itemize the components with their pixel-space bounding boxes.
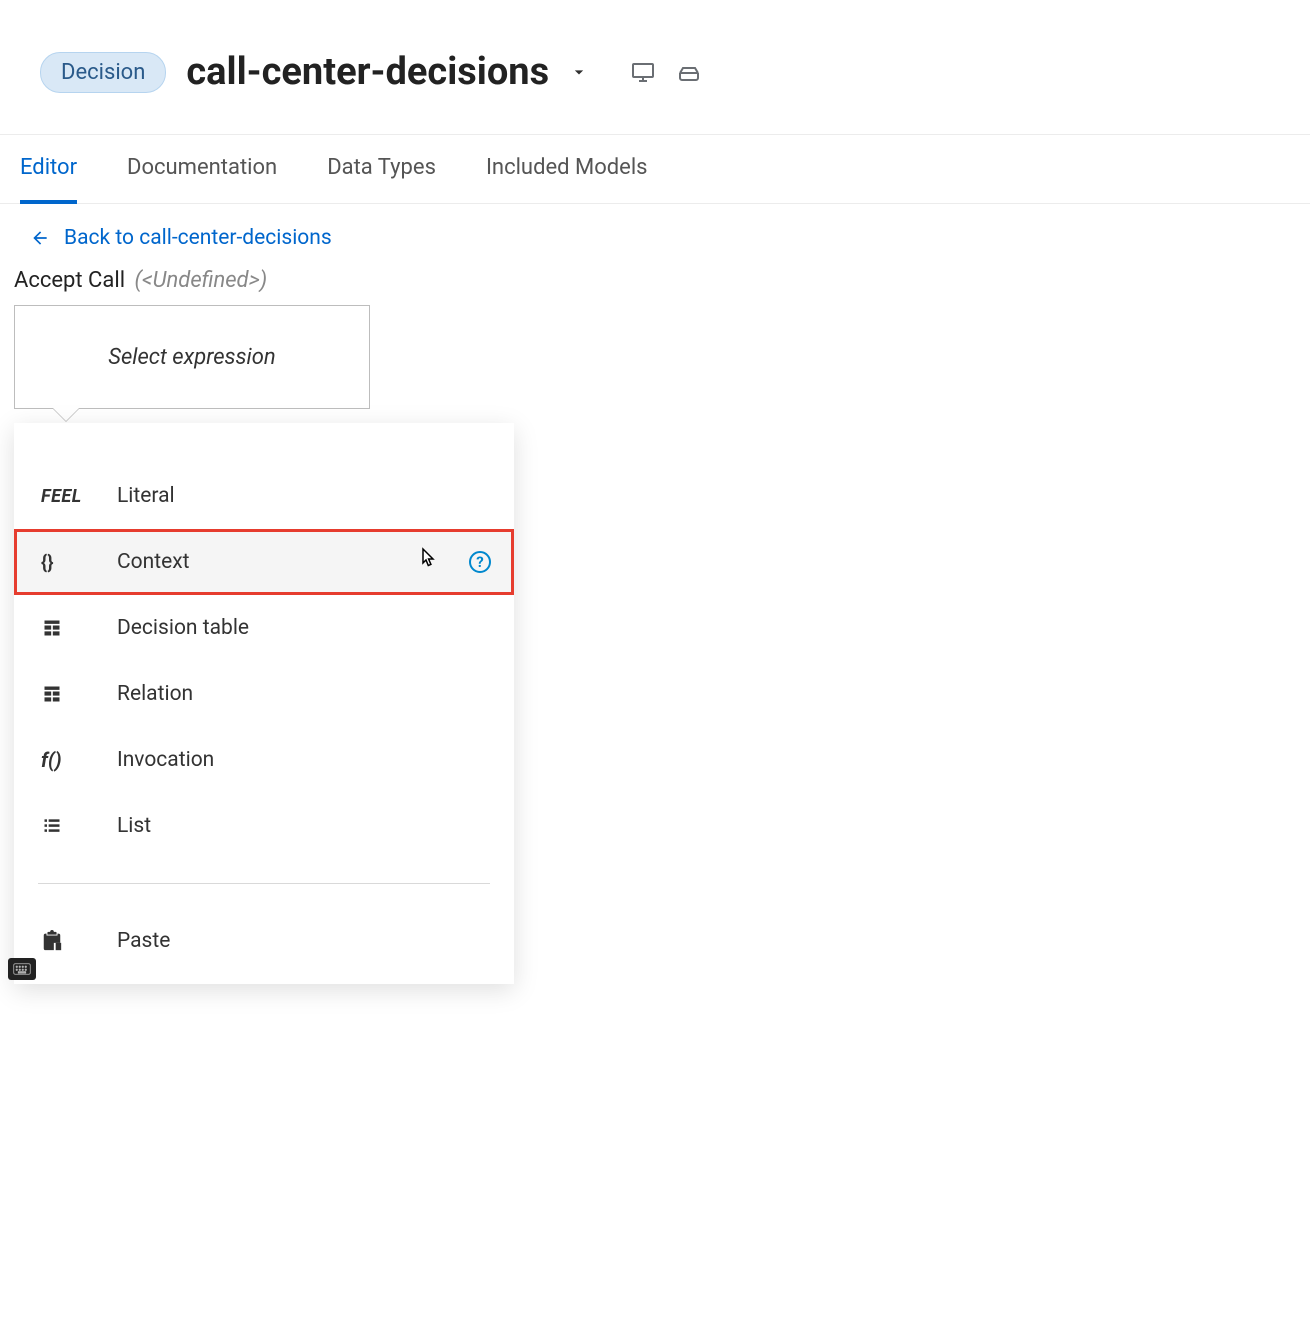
menu-item-label: List	[117, 814, 491, 838]
asset-type-badge: Decision	[40, 52, 166, 93]
decision-node-type: (<Undefined>)	[135, 268, 268, 293]
menu-item-label: Literal	[117, 484, 491, 508]
help-icon[interactable]: ?	[469, 551, 491, 573]
decision-node-name: Accept Call	[14, 268, 125, 293]
menu-item-label: Decision table	[117, 616, 491, 640]
menu-item-list[interactable]: List	[14, 793, 514, 859]
keyboard-icon	[13, 963, 31, 975]
header-bar: Decision call-center-decisions	[0, 0, 1310, 134]
arrow-left-icon	[30, 228, 50, 248]
breadcrumb-back[interactable]: Back to call-center-decisions	[0, 204, 1310, 268]
tab-included-models[interactable]: Included Models	[486, 135, 648, 204]
tab-editor[interactable]: Editor	[20, 135, 77, 204]
paste-icon	[41, 930, 117, 952]
menu-item-label: Invocation	[117, 748, 491, 772]
asset-title-dropdown[interactable]	[569, 62, 589, 82]
cursor-pointer-icon	[415, 545, 439, 579]
menu-item-label: Relation	[117, 682, 491, 706]
keyboard-shortcuts-button[interactable]	[8, 958, 36, 980]
menu-item-invocation[interactable]: f() Invocation	[14, 727, 514, 793]
desktop-preview-button[interactable]	[629, 60, 657, 84]
chevron-down-icon	[569, 62, 589, 82]
feel-icon: FEEL	[41, 486, 82, 507]
select-expression-placeholder: Select expression	[108, 345, 275, 370]
decision-node-heading: Accept Call (<Undefined>)	[0, 268, 1310, 305]
menu-divider	[38, 883, 490, 884]
menu-item-label: Context	[117, 550, 415, 574]
asset-title: call-center-decisions	[186, 50, 549, 94]
tab-data-types[interactable]: Data Types	[327, 135, 436, 204]
menu-item-label: Paste	[117, 929, 491, 953]
save-button[interactable]	[675, 60, 703, 84]
menu-item-decision-table[interactable]: Decision table	[14, 595, 514, 661]
menu-item-paste[interactable]: Paste	[14, 908, 514, 974]
expression-type-menu: FEEL Literal {} Context ? Decision table	[14, 423, 514, 984]
select-expression-box[interactable]: Select expression	[14, 305, 370, 409]
list-icon	[41, 816, 117, 836]
menu-item-relation[interactable]: Relation	[14, 661, 514, 727]
table-icon	[41, 618, 117, 638]
table-icon	[41, 684, 117, 704]
storage-icon	[675, 60, 703, 84]
menu-item-literal[interactable]: FEEL Literal	[14, 463, 514, 529]
function-icon: f()	[41, 748, 62, 772]
monitor-icon	[629, 60, 657, 84]
editor-tabs: Editor Documentation Data Types Included…	[0, 134, 1310, 204]
braces-icon: {}	[41, 551, 54, 574]
breadcrumb-label: Back to call-center-decisions	[64, 226, 332, 250]
tab-documentation[interactable]: Documentation	[127, 135, 277, 204]
menu-item-context[interactable]: {} Context ?	[14, 529, 514, 595]
